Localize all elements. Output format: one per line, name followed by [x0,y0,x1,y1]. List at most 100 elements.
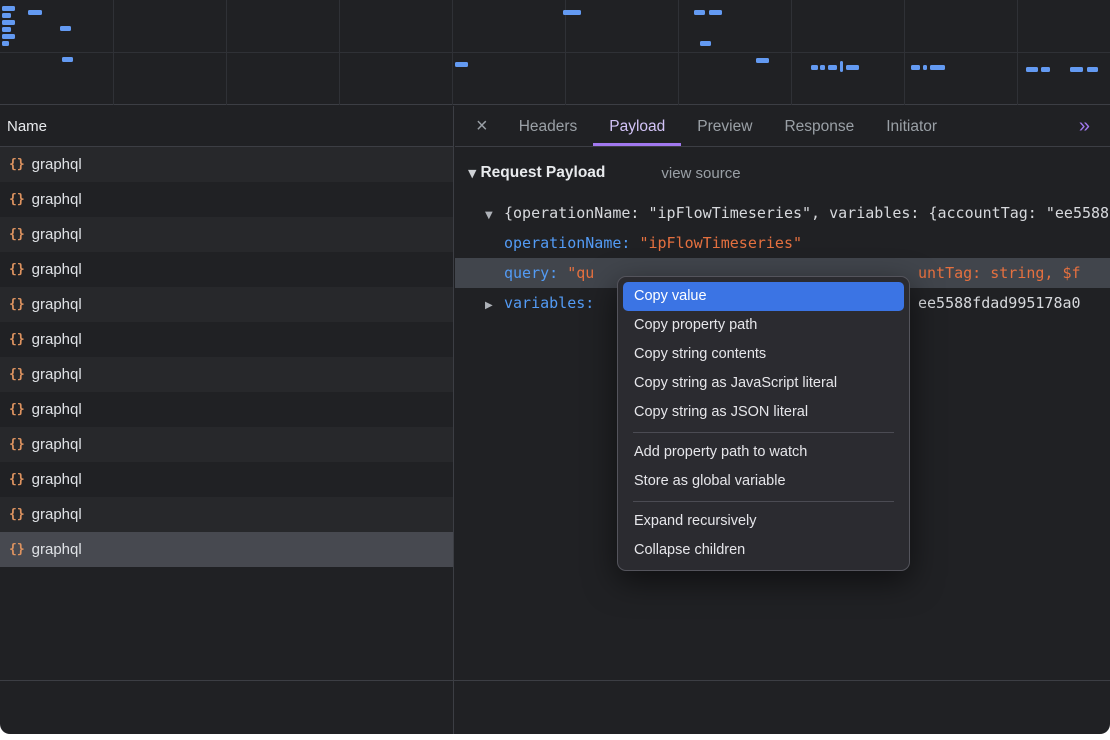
timeline-request-bar [1087,67,1098,72]
request-row[interactable]: {} graphql [0,217,453,252]
request-row[interactable]: {} graphql [0,392,453,427]
timeline-request-bar [455,62,468,67]
payload-text-segment: ee5588fdad995178a0 [918,288,1081,318]
request-row[interactable]: {} graphql [0,287,453,322]
request-name: graphql [32,296,82,313]
request-name: graphql [32,366,82,383]
close-icon[interactable]: × [467,116,497,136]
timeline-request-bar [1026,67,1038,72]
timeline-request-bar [820,65,825,70]
payload-tree-row[interactable]: operationName: "ipFlowTimeseries" [455,228,1110,258]
timeline-request-bar [756,58,769,63]
request-name: graphql [32,331,82,348]
menu-separator [633,432,894,433]
payload-tree-row[interactable]: ▼{operationName: "ipFlowTimeseries", var… [455,198,1110,228]
request-row[interactable]: {} graphql [0,252,453,287]
context-menu: Copy valueCopy property pathCopy string … [617,276,910,571]
tab-initiator[interactable]: Initiator [870,106,953,146]
payload-text-segment: operationName: [504,234,639,252]
tab-response[interactable]: Response [768,106,870,146]
fetch-json-icon: {} [9,297,25,312]
menu-item-add-property-path-to-watch[interactable]: Add property path to watch [623,438,904,467]
request-row[interactable]: {} graphql [0,357,453,392]
fetch-json-icon: {} [9,332,25,347]
menu-item-copy-string-as-javascript-literal[interactable]: Copy string as JavaScript literal [623,369,904,398]
timeline-request-bar [911,65,920,70]
request-row[interactable]: {} graphql [0,147,453,182]
detail-tabs: HeadersPayloadPreviewResponseInitiator [503,106,953,146]
timeline-request-bar [846,65,859,70]
fetch-json-icon: {} [9,262,25,277]
fetch-json-icon: {} [9,192,25,207]
timeline-request-bar [2,41,9,46]
timeline-request-bar [811,65,818,70]
timeline-request-bar [709,10,722,15]
request-row[interactable]: {} graphql [0,497,453,532]
request-row[interactable]: {} graphql [0,322,453,357]
menu-item-copy-string-as-json-literal[interactable]: Copy string as JSON literal [623,398,904,427]
network-overview[interactable] [0,0,1110,105]
request-name: graphql [32,471,82,488]
menu-item-copy-value[interactable]: Copy value [623,282,904,311]
request-name: graphql [32,436,82,453]
menu-item-expand-recursively[interactable]: Expand recursively [623,507,904,536]
timeline-request-bar [923,65,927,70]
fetch-json-icon: {} [9,367,25,382]
fetch-json-icon: {} [9,157,25,172]
menu-item-collapse-children[interactable]: Collapse children [623,536,904,565]
column-header-label: Name [7,118,47,135]
fetch-json-icon: {} [9,542,25,557]
column-header-name[interactable]: Name [0,106,453,147]
tab-preview[interactable]: Preview [681,106,768,146]
fetch-json-icon: {} [9,437,25,452]
request-name: graphql [32,401,82,418]
request-name: graphql [32,226,82,243]
disclosure-triangle-icon[interactable]: ▼ [485,201,504,231]
request-name: graphql [32,541,82,558]
menu-item-store-as-global-variable[interactable]: Store as global variable [623,467,904,496]
fetch-json-icon: {} [9,472,25,487]
panel-divider [0,680,1110,681]
payload-text-segment: "ipFlowTimeseries" [639,234,802,252]
more-tabs-icon[interactable]: » [1079,115,1090,138]
timeline-request-bar [2,13,11,18]
timeline-request-bar [2,6,15,11]
timeline-request-bar [1041,67,1050,72]
timeline-request-bar [2,20,15,25]
section-title: Request Payload [480,164,605,182]
request-name: graphql [32,261,82,278]
view-source-link[interactable]: view source [661,165,740,182]
menu-separator [633,501,894,502]
devtools-window: Name {} graphql {} graphql {} graphql {} graphq… [0,0,1110,734]
detail-tab-bar: × HeadersPayloadPreviewResponseInitiator… [455,106,1110,147]
fetch-json-icon: {} [9,402,25,417]
timeline-request-bar [563,10,581,15]
request-name: graphql [32,156,82,173]
menu-item-copy-property-path[interactable]: Copy property path [623,311,904,340]
menu-item-copy-string-contents[interactable]: Copy string contents [623,340,904,369]
request-row[interactable]: {}graphql [0,182,453,217]
disclosure-triangle-icon[interactable]: ▶ [485,291,504,318]
payload-text-segment: untTag: string, $f [918,258,1081,288]
timeline-lane-divider [0,52,1110,53]
request-row[interactable]: {} graphql [0,427,453,462]
timeline-request-bar [700,41,711,46]
timeline-request-bar [2,27,11,32]
payload-text-segment: {operationName: "ipFlowTimeseries", vari… [504,204,1110,222]
fetch-json-icon: {} [9,227,25,242]
timeline-request-bar [840,61,843,72]
tab-payload[interactable]: Payload [593,106,681,146]
tab-headers[interactable]: Headers [503,106,594,146]
fetch-json-icon: {} [9,507,25,522]
timeline-request-bar [60,26,71,31]
timeline-request-bar [2,34,15,39]
request-row[interactable]: {} graphql [0,532,453,567]
request-payload-section-header[interactable]: ▼ Request Payload view source [455,164,1110,182]
timeline-request-bar [930,65,945,70]
request-row[interactable]: {} graphql [0,462,453,497]
section-collapse-icon[interactable]: ▼ [468,167,476,180]
timeline-request-bar [828,65,837,70]
payload-text-segment: query: [504,264,567,282]
request-name: graphql [32,506,82,523]
timeline-request-bar [1070,67,1083,72]
